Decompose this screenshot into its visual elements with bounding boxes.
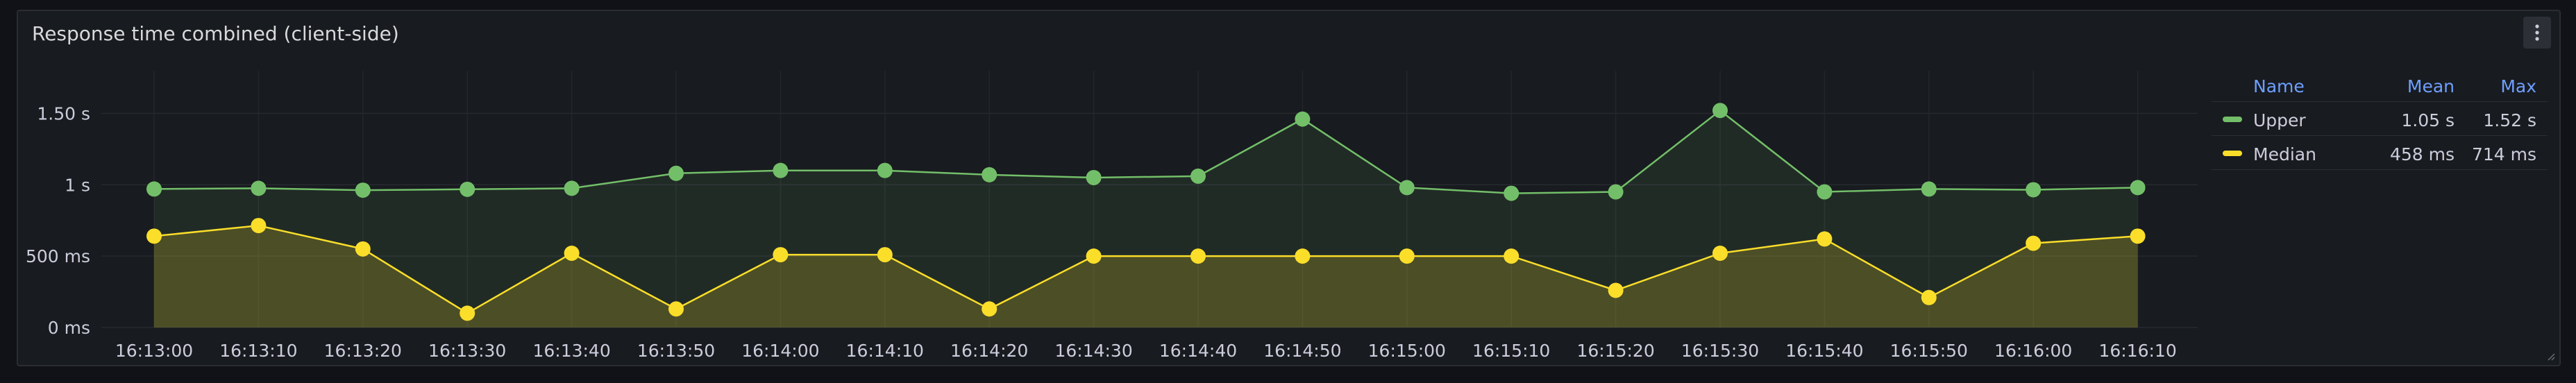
data-point-median	[982, 301, 997, 317]
legend-row-upper[interactable]: Upper 1.05 s 1.52 s	[2212, 102, 2548, 136]
x-tick-label: 16:16:00	[1994, 341, 2072, 361]
data-point-median	[355, 241, 371, 257]
x-tick-label: 16:15:30	[1681, 341, 1759, 361]
x-tick-label: 16:15:40	[1785, 341, 1863, 361]
line-chart: 0 ms 500 ms 1 s 1.50 s 16:13:00 16:13:10 16:13…	[26, 71, 2198, 361]
data-point-median	[668, 301, 684, 317]
data-point-median	[773, 247, 789, 263]
kebab-menu-icon	[2535, 24, 2539, 41]
legend-series-name: Upper	[2253, 110, 2306, 130]
data-point-upper	[877, 162, 893, 178]
legend-header-max[interactable]: Max	[2500, 76, 2536, 96]
data-point-upper	[1608, 184, 1624, 200]
legend-swatch-median	[2223, 151, 2242, 156]
data-point-median	[1504, 248, 1519, 264]
data-point-upper	[355, 182, 371, 198]
data-point-upper	[2026, 182, 2042, 198]
legend-series-mean: 458 ms	[2389, 144, 2455, 164]
y-tick-label: 0 ms	[48, 318, 90, 338]
data-point-median	[1086, 248, 1102, 264]
y-tick-label: 500 ms	[26, 246, 90, 266]
data-point-upper	[1190, 168, 1206, 184]
legend-header-name[interactable]: Name	[2253, 76, 2305, 96]
legend-series-max: 1.52 s	[2483, 110, 2536, 130]
data-point-upper	[982, 167, 997, 182]
data-point-median	[1712, 246, 1728, 262]
data-point-upper	[1921, 181, 1937, 197]
legend-series-name: Median	[2253, 144, 2316, 164]
data-point-upper	[251, 180, 267, 196]
data-point-median	[1817, 231, 1833, 247]
data-point-median	[2130, 228, 2146, 244]
y-tick-label: 1.50 s	[37, 103, 90, 124]
x-tick-label: 16:14:50	[1263, 341, 1341, 361]
data-point-upper	[1712, 103, 1728, 119]
legend-swatch-upper	[2223, 117, 2242, 122]
legend-header-mean[interactable]: Mean	[2407, 76, 2455, 96]
data-point-upper	[564, 180, 580, 196]
data-point-median	[146, 228, 162, 244]
data-point-upper	[2130, 180, 2146, 196]
x-tick-label: 16:14:10	[846, 341, 924, 361]
data-point-median	[2026, 235, 2042, 251]
x-tick-label: 16:14:40	[1159, 341, 1237, 361]
chart-panel: Response time combined (client-side) 0 m…	[17, 10, 2561, 366]
x-tick-label: 16:14:20	[950, 341, 1028, 361]
x-tick-label: 16:15:20	[1576, 341, 1654, 361]
data-point-median	[1190, 248, 1206, 264]
x-tick-label: 16:15:10	[1472, 341, 1550, 361]
data-point-median	[1399, 248, 1415, 264]
legend-series-max: 714 ms	[2471, 144, 2536, 164]
x-tick-label: 16:16:10	[2098, 341, 2176, 361]
data-point-upper	[773, 162, 789, 178]
legend-table: Name Mean Max Upper 1.05 s 1.52 s Median…	[2212, 71, 2548, 170]
data-point-median	[460, 305, 475, 321]
x-tick-label: 16:13:50	[637, 341, 715, 361]
y-tick-label: 1 s	[65, 175, 90, 195]
data-point-upper	[1295, 111, 1311, 127]
x-tick-label: 16:13:30	[428, 341, 506, 361]
data-point-upper	[1504, 185, 1519, 201]
data-point-median	[251, 218, 267, 234]
data-point-upper	[146, 181, 162, 197]
panel-menu-button[interactable]	[2523, 17, 2551, 49]
legend-series-mean: 1.05 s	[2401, 110, 2455, 130]
resize-handle-icon[interactable]	[2545, 351, 2555, 361]
data-point-median	[1608, 282, 1624, 298]
x-tick-label: 16:13:10	[219, 341, 297, 361]
x-tick-label: 16:15:00	[1368, 341, 1446, 361]
x-tick-label: 16:13:20	[324, 341, 402, 361]
legend-header: Name Mean Max	[2212, 71, 2548, 102]
x-tick-label: 16:15:50	[1890, 341, 1968, 361]
x-tick-label: 16:13:00	[115, 341, 193, 361]
data-point-median	[1295, 248, 1311, 264]
x-tick-label: 16:14:00	[741, 341, 819, 361]
data-point-median	[1921, 289, 1937, 305]
data-point-upper	[1399, 180, 1415, 196]
data-point-upper	[668, 165, 684, 181]
data-point-upper	[1817, 184, 1833, 200]
data-point-upper	[460, 181, 475, 197]
data-point-upper	[1086, 169, 1102, 185]
data-point-median	[564, 246, 580, 262]
legend-row-median[interactable]: Median 458 ms 714 ms	[2212, 136, 2548, 170]
data-point-median	[877, 247, 893, 263]
x-tick-label: 16:13:40	[532, 341, 610, 361]
x-tick-label: 16:14:30	[1054, 341, 1132, 361]
